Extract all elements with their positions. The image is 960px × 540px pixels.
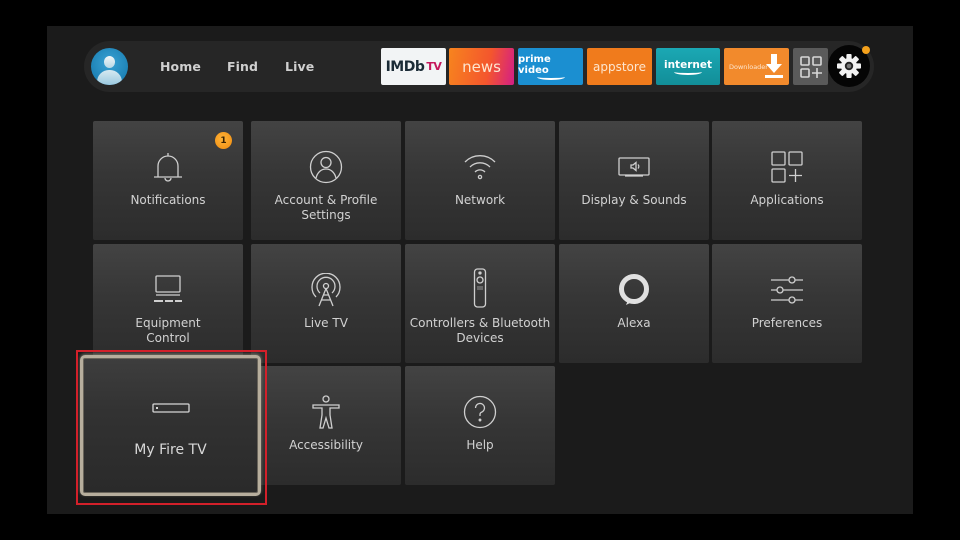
tile-label: Accessibility: [289, 438, 363, 452]
tile-label: Account & Profile Settings: [274, 193, 378, 222]
app-label: prime video: [518, 53, 551, 76]
app-prime-video[interactable]: prime video: [518, 48, 583, 85]
tile-display-sounds[interactable]: Display & Sounds: [559, 121, 709, 240]
tile-label: Alexa: [617, 316, 651, 330]
tile-label: Equipment Control: [135, 316, 201, 345]
gear-icon: [837, 54, 861, 78]
app-news[interactable]: news: [449, 48, 514, 85]
user-avatar-icon[interactable]: [91, 48, 128, 85]
app-label: appstore: [593, 59, 646, 74]
amazon-smile-icon: [674, 69, 702, 75]
tv-soundbar-icon: [148, 270, 188, 310]
sliders-icon: [767, 270, 807, 310]
tile-account-profile-settings[interactable]: Account & Profile Settings: [251, 121, 401, 240]
tile-label: Help: [466, 438, 494, 452]
tile-applications[interactable]: Applications: [712, 121, 862, 240]
nav-find[interactable]: Find: [227, 59, 258, 74]
tile-label: Notifications: [130, 193, 206, 207]
notification-count-badge: 1: [215, 132, 232, 149]
app-label: news: [462, 57, 501, 76]
tile-equipment-control[interactable]: Equipment Control: [93, 244, 243, 363]
tile-controllers-bluetooth[interactable]: Controllers & Bluetooth Devices: [405, 244, 555, 363]
apps-grid-plus-icon: [767, 147, 807, 187]
remote-icon: [460, 266, 500, 310]
tile-accessibility[interactable]: Accessibility: [251, 366, 401, 485]
tv-speaker-icon: [614, 147, 654, 187]
tile-alexa[interactable]: Alexa: [559, 244, 709, 363]
tile-label: My Fire TV: [134, 442, 207, 458]
tile-live-tv[interactable]: Live TV: [251, 244, 401, 363]
bell-icon: [148, 147, 188, 187]
alexa-ring-icon: [614, 270, 654, 310]
wifi-icon: [460, 147, 500, 187]
app-internet[interactable]: internet: [656, 48, 720, 85]
tile-notifications[interactable]: Notifications 1: [93, 121, 243, 240]
amazon-smile-icon: [536, 74, 565, 80]
app-imdb-tv[interactable]: IMDb TV: [381, 48, 446, 85]
apps-grid-plus-icon: [799, 55, 822, 78]
tile-label: Display & Sounds: [581, 193, 687, 207]
notification-dot: [862, 46, 870, 54]
user-circle-icon: [306, 147, 346, 187]
tile-network[interactable]: Network: [405, 121, 555, 240]
all-apps-button[interactable]: [793, 48, 828, 85]
tile-label: Live TV: [304, 316, 348, 330]
tile-label: Network: [454, 193, 506, 207]
app-appstore[interactable]: appstore: [587, 48, 652, 85]
tile-my-fire-tv[interactable]: My Fire TV: [80, 355, 261, 496]
tile-label: Applications: [750, 193, 824, 207]
tile-label: Controllers & Bluetooth Devices: [409, 316, 551, 345]
antenna-icon: [306, 270, 346, 310]
accessibility-icon: [306, 392, 346, 432]
tile-label: Preferences: [751, 316, 823, 330]
tile-preferences[interactable]: Preferences: [712, 244, 862, 363]
nav-live[interactable]: Live: [285, 59, 314, 74]
help-circle-icon: [460, 392, 500, 432]
nav-home[interactable]: Home: [160, 59, 201, 74]
tile-help[interactable]: Help: [405, 366, 555, 485]
download-arrow-icon: [765, 54, 783, 78]
fire-tv-stick-icon: [151, 388, 191, 428]
app-label-suffix: TV: [426, 60, 442, 73]
app-downloader[interactable]: Downloader: [724, 48, 789, 85]
app-label: IMDb: [385, 58, 425, 75]
app-label: Downloader: [729, 62, 768, 71]
